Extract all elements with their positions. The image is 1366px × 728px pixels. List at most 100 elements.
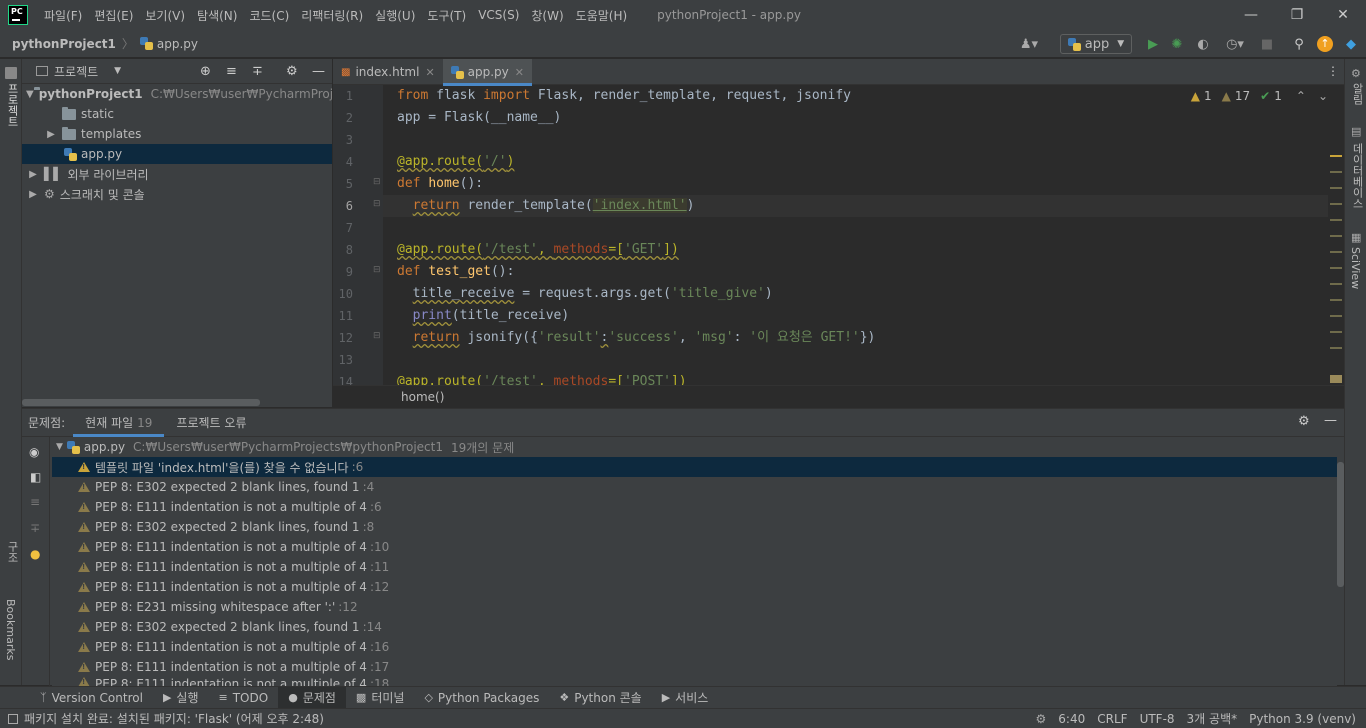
line-separator[interactable]: CRLF [1091, 712, 1133, 726]
more-options-icon[interactable]: ⋮ [1327, 64, 1339, 78]
debug-icon[interactable]: ✺ [1168, 34, 1186, 54]
menu-file[interactable]: 파일(F) [38, 7, 88, 24]
list-item[interactable]: PEP 8: E111 indentation is not a multipl… [52, 577, 1337, 597]
fold-icon[interactable]: ⊟ [373, 265, 381, 275]
tree-item-app-py[interactable]: app.py [22, 144, 332, 164]
project-tool-label[interactable]: 프로젝트 [4, 83, 20, 127]
run-config-select[interactable]: app ▼ [1060, 34, 1132, 54]
menu-code[interactable]: 코드(C) [243, 7, 295, 24]
breadcrumb-function[interactable]: home() [401, 390, 444, 404]
tab-current-file[interactable]: 현재 파일 19 [73, 409, 165, 437]
structure-tool-label[interactable]: 구조 [4, 541, 20, 563]
python-interpreter[interactable]: Python 3.9 (venv) [1243, 712, 1362, 726]
chevron-down-icon[interactable]: ⌄ [1318, 89, 1328, 103]
tool-terminal[interactable]: ▩ 터미널 [346, 687, 415, 709]
tree-item-external-libraries[interactable]: ▶ ▌▌ 외부 라이브러리 [22, 164, 332, 184]
list-item[interactable]: PEP 8: E302 expected 2 blank lines, foun… [52, 477, 1337, 497]
close-icon[interactable]: ✕ [425, 66, 434, 79]
sciview-icon[interactable]: ▦ [1351, 231, 1361, 244]
menu-edit[interactable]: 편집(E) [88, 7, 139, 24]
file-encoding[interactable]: UTF-8 [1134, 712, 1181, 726]
menu-navigate[interactable]: 탐색(N) [191, 7, 243, 24]
user-account-icon[interactable]: ♟▾ [1014, 34, 1044, 54]
notifications-tool-label[interactable]: 알림 [1349, 83, 1365, 105]
project-tool-icon[interactable] [5, 67, 17, 79]
maximize-button[interactable]: ❐ [1274, 0, 1320, 30]
horizontal-scrollbar[interactable] [22, 399, 260, 406]
tool-run[interactable]: ▶ 실행 [153, 687, 209, 709]
indent-setting[interactable]: 3개 공백* [1181, 710, 1244, 727]
problems-scrollbar[interactable] [1337, 437, 1344, 686]
breadcrumb-project[interactable]: pythonProject1 [12, 37, 116, 51]
list-item[interactable]: PEP 8: E111 indentation is not a multipl… [52, 557, 1337, 577]
hide-panel-icon[interactable]: — [1324, 413, 1337, 428]
collapse-all-icon[interactable]: ∓ [252, 64, 263, 79]
tool-problems[interactable]: ● 문제점 [278, 686, 346, 709]
menu-window[interactable]: 창(W) [525, 7, 569, 24]
code-area[interactable]: from flask import Flask, render_template… [383, 85, 1328, 385]
minimize-button[interactable]: — [1228, 0, 1274, 30]
list-item[interactable]: PEP 8: E302 expected 2 blank lines, foun… [52, 517, 1337, 537]
expand-all-icon[interactable]: ≡ [226, 64, 237, 79]
list-item[interactable]: 템플릿 파일 'index.html'을(를) 찾을 수 없습니다 :6 [52, 457, 1337, 477]
tab-project-errors[interactable]: 프로젝트 오류 [164, 409, 258, 437]
list-item[interactable]: PEP 8: E111 indentation is not a multipl… [52, 637, 1337, 657]
search-icon[interactable]: ⚲ [1290, 34, 1308, 54]
bookmarks-tool-label[interactable]: Bookmarks [4, 599, 17, 660]
menu-refactor[interactable]: 리팩터링(R) [295, 7, 369, 24]
breadcrumb-file[interactable]: app.py [157, 37, 198, 51]
preview-icon[interactable]: ◧ [30, 470, 41, 484]
list-item[interactable]: PEP 8: E111 indentation is not a multipl… [52, 537, 1337, 557]
chevron-right-icon[interactable]: ▶ [26, 169, 40, 180]
problems-file-row[interactable]: ▼ app.py C:₩Users₩user₩PycharmProjects₩p… [52, 437, 1337, 457]
list-item[interactable]: PEP 8: E231 missing whitespace after ':'… [52, 597, 1337, 617]
tab-index-html[interactable]: ▩ index.html ✕ [333, 59, 443, 85]
lightbulb-icon[interactable]: ● [30, 547, 40, 561]
list-item[interactable]: PEP 8: E111 indentation is not a multipl… [52, 497, 1337, 517]
expand-all-icon[interactable]: ≡ [30, 495, 40, 509]
toggle-tool-windows-icon[interactable] [8, 713, 18, 724]
settings-gear-icon[interactable]: ⚙ [286, 64, 298, 79]
tree-item-root[interactable]: ▼ pythonProject1 C:₩Users₩user₩PycharmPr… [22, 84, 358, 104]
project-panel-title[interactable]: 프로젝트 [54, 63, 98, 80]
chevron-right-icon[interactable]: ▶ [44, 129, 58, 140]
coverage-icon[interactable]: ◐ [1194, 34, 1212, 54]
update-icon[interactable]: ↑ [1316, 34, 1334, 54]
settings-gear-icon[interactable]: ⚙ [1298, 414, 1310, 429]
menu-vcs[interactable]: VCS(S) [472, 8, 525, 22]
hide-panel-icon[interactable]: — [312, 64, 325, 79]
chevron-right-icon[interactable]: ▶ [26, 189, 40, 200]
menu-tools[interactable]: 도구(T) [421, 7, 472, 24]
status-message[interactable]: 패키지 설치 완료: 설치된 패키지: 'Flask' (어제 오후 2:48) [18, 710, 330, 727]
tool-todo[interactable]: ≡ TODO [209, 687, 279, 709]
chevron-down-icon[interactable]: ▼ [114, 66, 121, 76]
fold-icon[interactable]: ⊟ [373, 177, 381, 187]
fold-icon[interactable]: ⊟ [373, 199, 381, 209]
jetbrains-toolbox-icon[interactable]: ◆ [1342, 34, 1360, 54]
collapse-all-icon[interactable]: ∓ [30, 521, 40, 535]
menu-view[interactable]: 보기(V) [139, 7, 191, 24]
tree-item-scratches[interactable]: ▶ ⚙ 스크래치 및 콘솔 [22, 184, 332, 204]
error-stripe[interactable] [1330, 113, 1344, 385]
tool-version-control[interactable]: ᛉ Version Control [30, 687, 153, 709]
settings-gear-icon[interactable]: ⚙ [1030, 712, 1053, 726]
scrollbar-thumb[interactable] [1337, 462, 1344, 587]
close-window-button[interactable]: ✕ [1320, 0, 1366, 30]
tree-item-templates[interactable]: ▶ templates [22, 124, 332, 144]
tool-python-packages[interactable]: ◇ Python Packages [414, 687, 549, 709]
tool-python-console[interactable]: ❖ Python 콘솔 [549, 687, 651, 709]
sciview-tool-label[interactable]: SciView [1349, 247, 1362, 289]
tool-services[interactable]: ▶ 서비스 [652, 687, 719, 709]
list-item[interactable]: PEP 8: E302 expected 2 blank lines, foun… [52, 617, 1337, 637]
run-icon[interactable]: ▶ [1144, 34, 1162, 54]
inspection-widget[interactable]: ▲ 1 ▲ 17 ✔ 1 ⌃ ⌄ [1191, 89, 1328, 103]
caret-position[interactable]: 6:40 [1052, 712, 1091, 726]
chevron-down-icon[interactable]: ▼ [56, 442, 63, 452]
list-item[interactable]: PEP 8: E111 indentation is not a multipl… [52, 677, 1337, 686]
chevron-up-icon[interactable]: ⌃ [1296, 89, 1306, 103]
chevron-down-icon[interactable]: ▼ [26, 89, 34, 100]
menu-run[interactable]: 실행(U) [369, 7, 421, 24]
eye-icon[interactable]: ◉ [29, 445, 39, 459]
tree-item-static[interactable]: static [22, 104, 332, 124]
fold-icon[interactable]: ⊟ [373, 331, 381, 341]
